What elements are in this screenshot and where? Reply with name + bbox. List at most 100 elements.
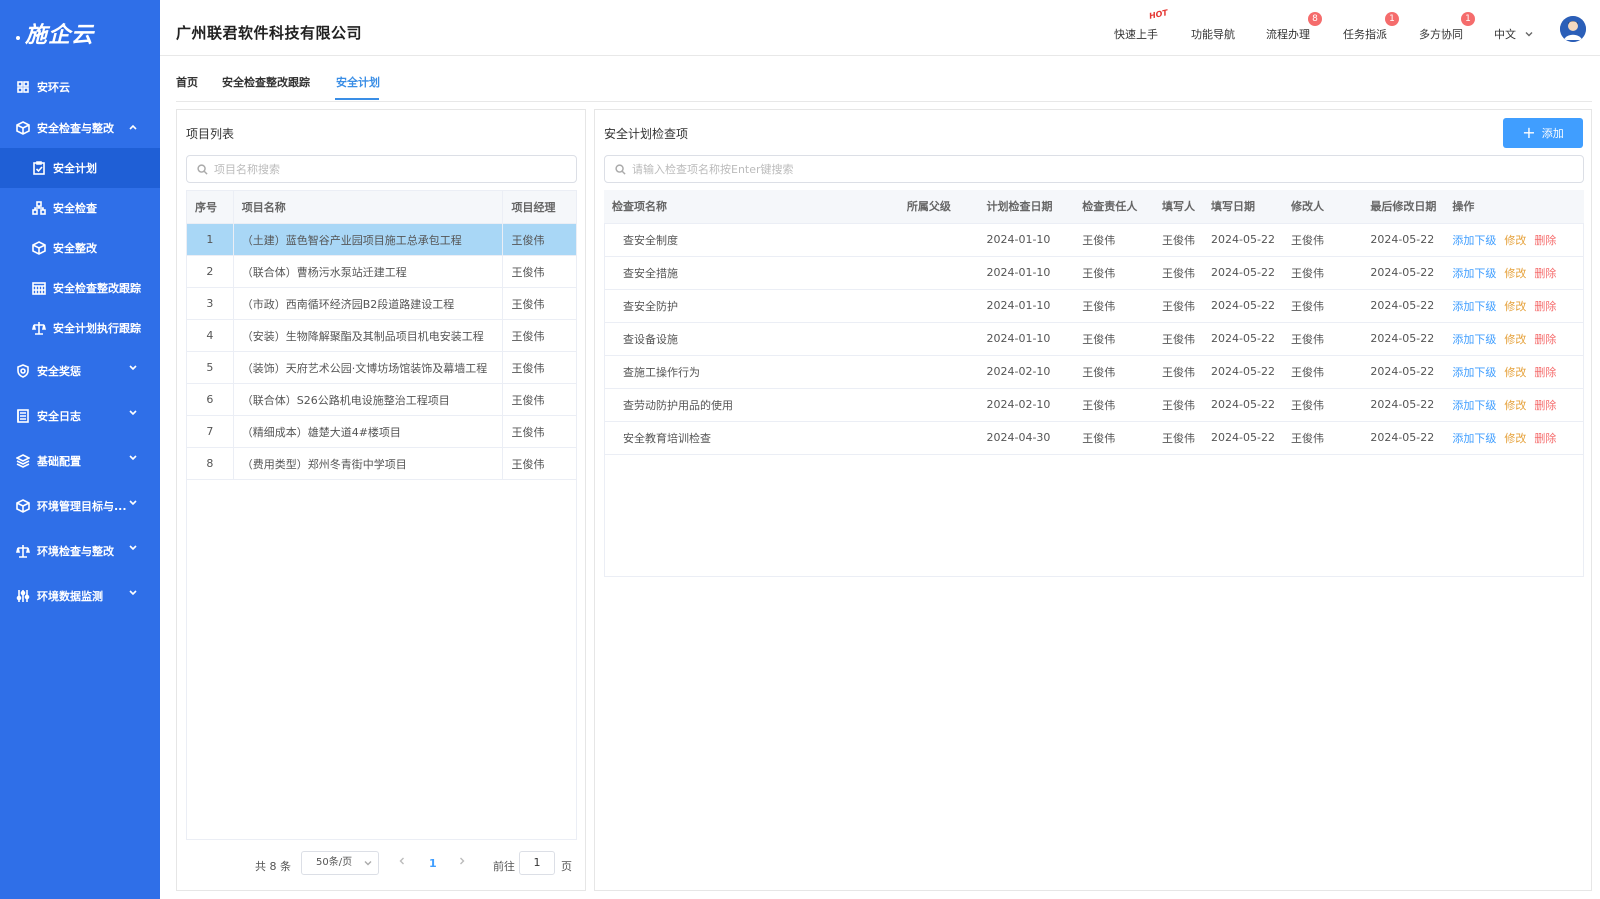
task-label: 任务指派 xyxy=(1343,28,1387,41)
log-icon xyxy=(16,408,30,423)
table-row[interactable]: 4 （安装）生物降解聚酯及其制品项目机电安装工程 王俊伟 xyxy=(186,319,577,352)
check-item-search-input[interactable] xyxy=(632,162,1504,176)
delete-link[interactable]: 删除 xyxy=(1534,333,1556,346)
sidebar-item-safety-rectify[interactable]: 安全整改 xyxy=(0,228,160,268)
task-link[interactable]: 任务指派 1 xyxy=(1343,12,1399,42)
cell-modifier: 王俊伟 xyxy=(1282,388,1363,422)
col-manager: 项目经理 xyxy=(502,190,577,224)
table-row[interactable]: 2 （联合体）曹杨污水泵站迁建工程 王俊伟 xyxy=(186,255,577,288)
sidebar-item-safety-check[interactable]: 安全检查 xyxy=(0,188,160,228)
edit-link[interactable]: 修改 xyxy=(1504,366,1526,379)
edit-link[interactable]: 修改 xyxy=(1504,234,1526,247)
layers-icon xyxy=(16,453,30,468)
chevron-down-icon xyxy=(1525,32,1533,37)
current-page[interactable]: 1 xyxy=(429,857,437,870)
cell-no: 2 xyxy=(186,255,234,288)
add-child-link[interactable]: 添加下级 xyxy=(1452,234,1496,247)
scale-icon xyxy=(32,321,46,335)
cell-owner: 王俊伟 xyxy=(1074,256,1155,290)
sidebar-group-env-goals[interactable]: 环境管理目标与... xyxy=(0,483,160,528)
grid-icon xyxy=(16,80,30,94)
chevron-down-icon xyxy=(128,542,138,552)
process-label: 流程办理 xyxy=(1266,28,1310,41)
collab-link[interactable]: 多方协同 1 xyxy=(1419,12,1475,42)
cell-owner: 王俊伟 xyxy=(1074,421,1155,455)
quick-start-link[interactable]: 快速上手 HOT xyxy=(1114,8,1169,42)
edit-link[interactable]: 修改 xyxy=(1504,399,1526,412)
chevron-down-icon xyxy=(128,362,138,372)
sidebar-group-env-inspection[interactable]: 环境检查与整改 xyxy=(0,528,160,573)
cell-write-date: 2024-05-22 xyxy=(1203,223,1283,257)
feature-nav-link[interactable]: 功能导航 xyxy=(1191,26,1235,42)
cell-parent xyxy=(898,388,979,422)
table-row[interactable]: 3 （市政）西南循环经济园B2段道路建设工程 王俊伟 xyxy=(186,287,577,320)
sidebar-item-plan-execution[interactable]: 安全计划执行跟踪 xyxy=(0,308,160,348)
cell-last-modified: 2024-05-22 xyxy=(1362,256,1445,290)
edit-link[interactable]: 修改 xyxy=(1504,432,1526,445)
sidebar-item-label: 安全日志 xyxy=(37,409,81,423)
add-child-link[interactable]: 添加下级 xyxy=(1452,333,1496,346)
sidebar-item-rectify-tracking[interactable]: 安全检查整改跟踪 xyxy=(0,268,160,308)
sidebar-item-label: 安全计划 xyxy=(53,162,97,175)
project-table-empty-area xyxy=(186,479,577,840)
cell-ops: 添加下级 修改 删除 xyxy=(1444,421,1584,455)
cell-write-date: 2024-05-22 xyxy=(1203,421,1283,455)
tab-home[interactable]: 首页 xyxy=(176,74,198,90)
cell-modifier: 王俊伟 xyxy=(1282,289,1363,323)
add-child-link[interactable]: 添加下级 xyxy=(1452,399,1496,412)
search-icon xyxy=(615,163,626,175)
sidebar-group-safety-inspection[interactable]: 安全检查与整改 xyxy=(0,108,160,148)
process-link[interactable]: 流程办理 8 xyxy=(1266,12,1322,42)
process-count-badge: 8 xyxy=(1308,12,1322,26)
sidebar-item-safety-plan[interactable]: 安全计划 xyxy=(0,148,160,188)
company-name: 广州联君软件科技有限公司 xyxy=(176,24,363,42)
table-row[interactable]: 8 （费用类型）郑州冬青街中学项目 王俊伟 xyxy=(186,447,577,480)
delete-link[interactable]: 删除 xyxy=(1534,399,1556,412)
tab-tracking[interactable]: 安全检查整改跟踪 xyxy=(222,74,310,90)
goto-page-input[interactable]: 1 xyxy=(519,851,555,875)
chevron-down-icon xyxy=(364,861,372,866)
logo[interactable]: 施企云 xyxy=(0,0,160,66)
table-row[interactable]: 1 （土建）蓝色智谷产业园项目施工总承包工程 王俊伟 xyxy=(186,223,577,256)
cell-parent xyxy=(898,289,979,323)
sidebar-group-base-config[interactable]: 基础配置 xyxy=(0,438,160,483)
cell-modifier: 王俊伟 xyxy=(1282,322,1363,356)
table-row[interactable]: 7 （精细成本）雄楚大道4#楼项目 王俊伟 xyxy=(186,415,577,448)
cell-check-item-name: 查安全制度 xyxy=(604,223,899,257)
language-select[interactable]: 中文 xyxy=(1494,26,1534,42)
sidebar-group-env-monitoring[interactable]: 环境数据监测 xyxy=(0,573,160,618)
add-child-link[interactable]: 添加下级 xyxy=(1452,300,1496,313)
cell-project-name: （土建）蓝色智谷产业园项目施工总承包工程 xyxy=(232,223,504,256)
edit-link[interactable]: 修改 xyxy=(1504,267,1526,280)
delete-link[interactable]: 删除 xyxy=(1534,432,1556,445)
add-child-link[interactable]: 添加下级 xyxy=(1452,432,1496,445)
table-row[interactable]: 6 （联合体）S26公路机电设施整治工程项目 王俊伟 xyxy=(186,383,577,416)
delete-link[interactable]: 删除 xyxy=(1534,234,1556,247)
delete-link[interactable]: 删除 xyxy=(1534,267,1556,280)
tab-safety-plan[interactable]: 安全计划 xyxy=(336,74,380,90)
sidebar-group-rewards[interactable]: 安全奖惩 xyxy=(0,348,160,393)
delete-link[interactable]: 删除 xyxy=(1534,300,1556,313)
table-row[interactable]: 5 （装饰）天府艺术公园·文博坊场馆装饰及幕墙工程 王俊伟 xyxy=(186,351,577,384)
avatar[interactable] xyxy=(1560,16,1586,42)
table-row: 查劳动防护用品的使用 2024-02-10 王俊伟 王俊伟 2024-05-22 王俊伟 2… xyxy=(604,388,1584,422)
add-child-link[interactable]: 添加下级 xyxy=(1452,267,1496,280)
sidebar-group-safety-log[interactable]: 安全日志 xyxy=(0,393,160,438)
delete-link[interactable]: 删除 xyxy=(1534,366,1556,379)
cell-plan-date: 2024-02-10 xyxy=(978,355,1075,389)
edit-link[interactable]: 修改 xyxy=(1504,333,1526,346)
edit-link[interactable]: 修改 xyxy=(1504,300,1526,313)
next-page-button[interactable] xyxy=(457,856,469,868)
search-icon xyxy=(197,163,208,175)
page-size-select[interactable]: 50条/页 xyxy=(301,851,379,875)
cell-parent xyxy=(898,223,979,257)
add-button[interactable]: + 添加 xyxy=(1503,118,1583,148)
sidebar-item-anhuanyun[interactable]: 安环云 xyxy=(0,66,160,108)
col-parent: 所属父级 xyxy=(898,190,979,224)
prev-page-button[interactable] xyxy=(397,856,409,868)
sidebar-item-label: 安全检查与整改 xyxy=(37,122,114,135)
cell-ops: 添加下级 修改 删除 xyxy=(1444,289,1584,323)
add-child-link[interactable]: 添加下级 xyxy=(1452,366,1496,379)
sidebar-item-label: 环境数据监测 xyxy=(37,589,103,603)
project-search-input[interactable] xyxy=(214,162,556,176)
